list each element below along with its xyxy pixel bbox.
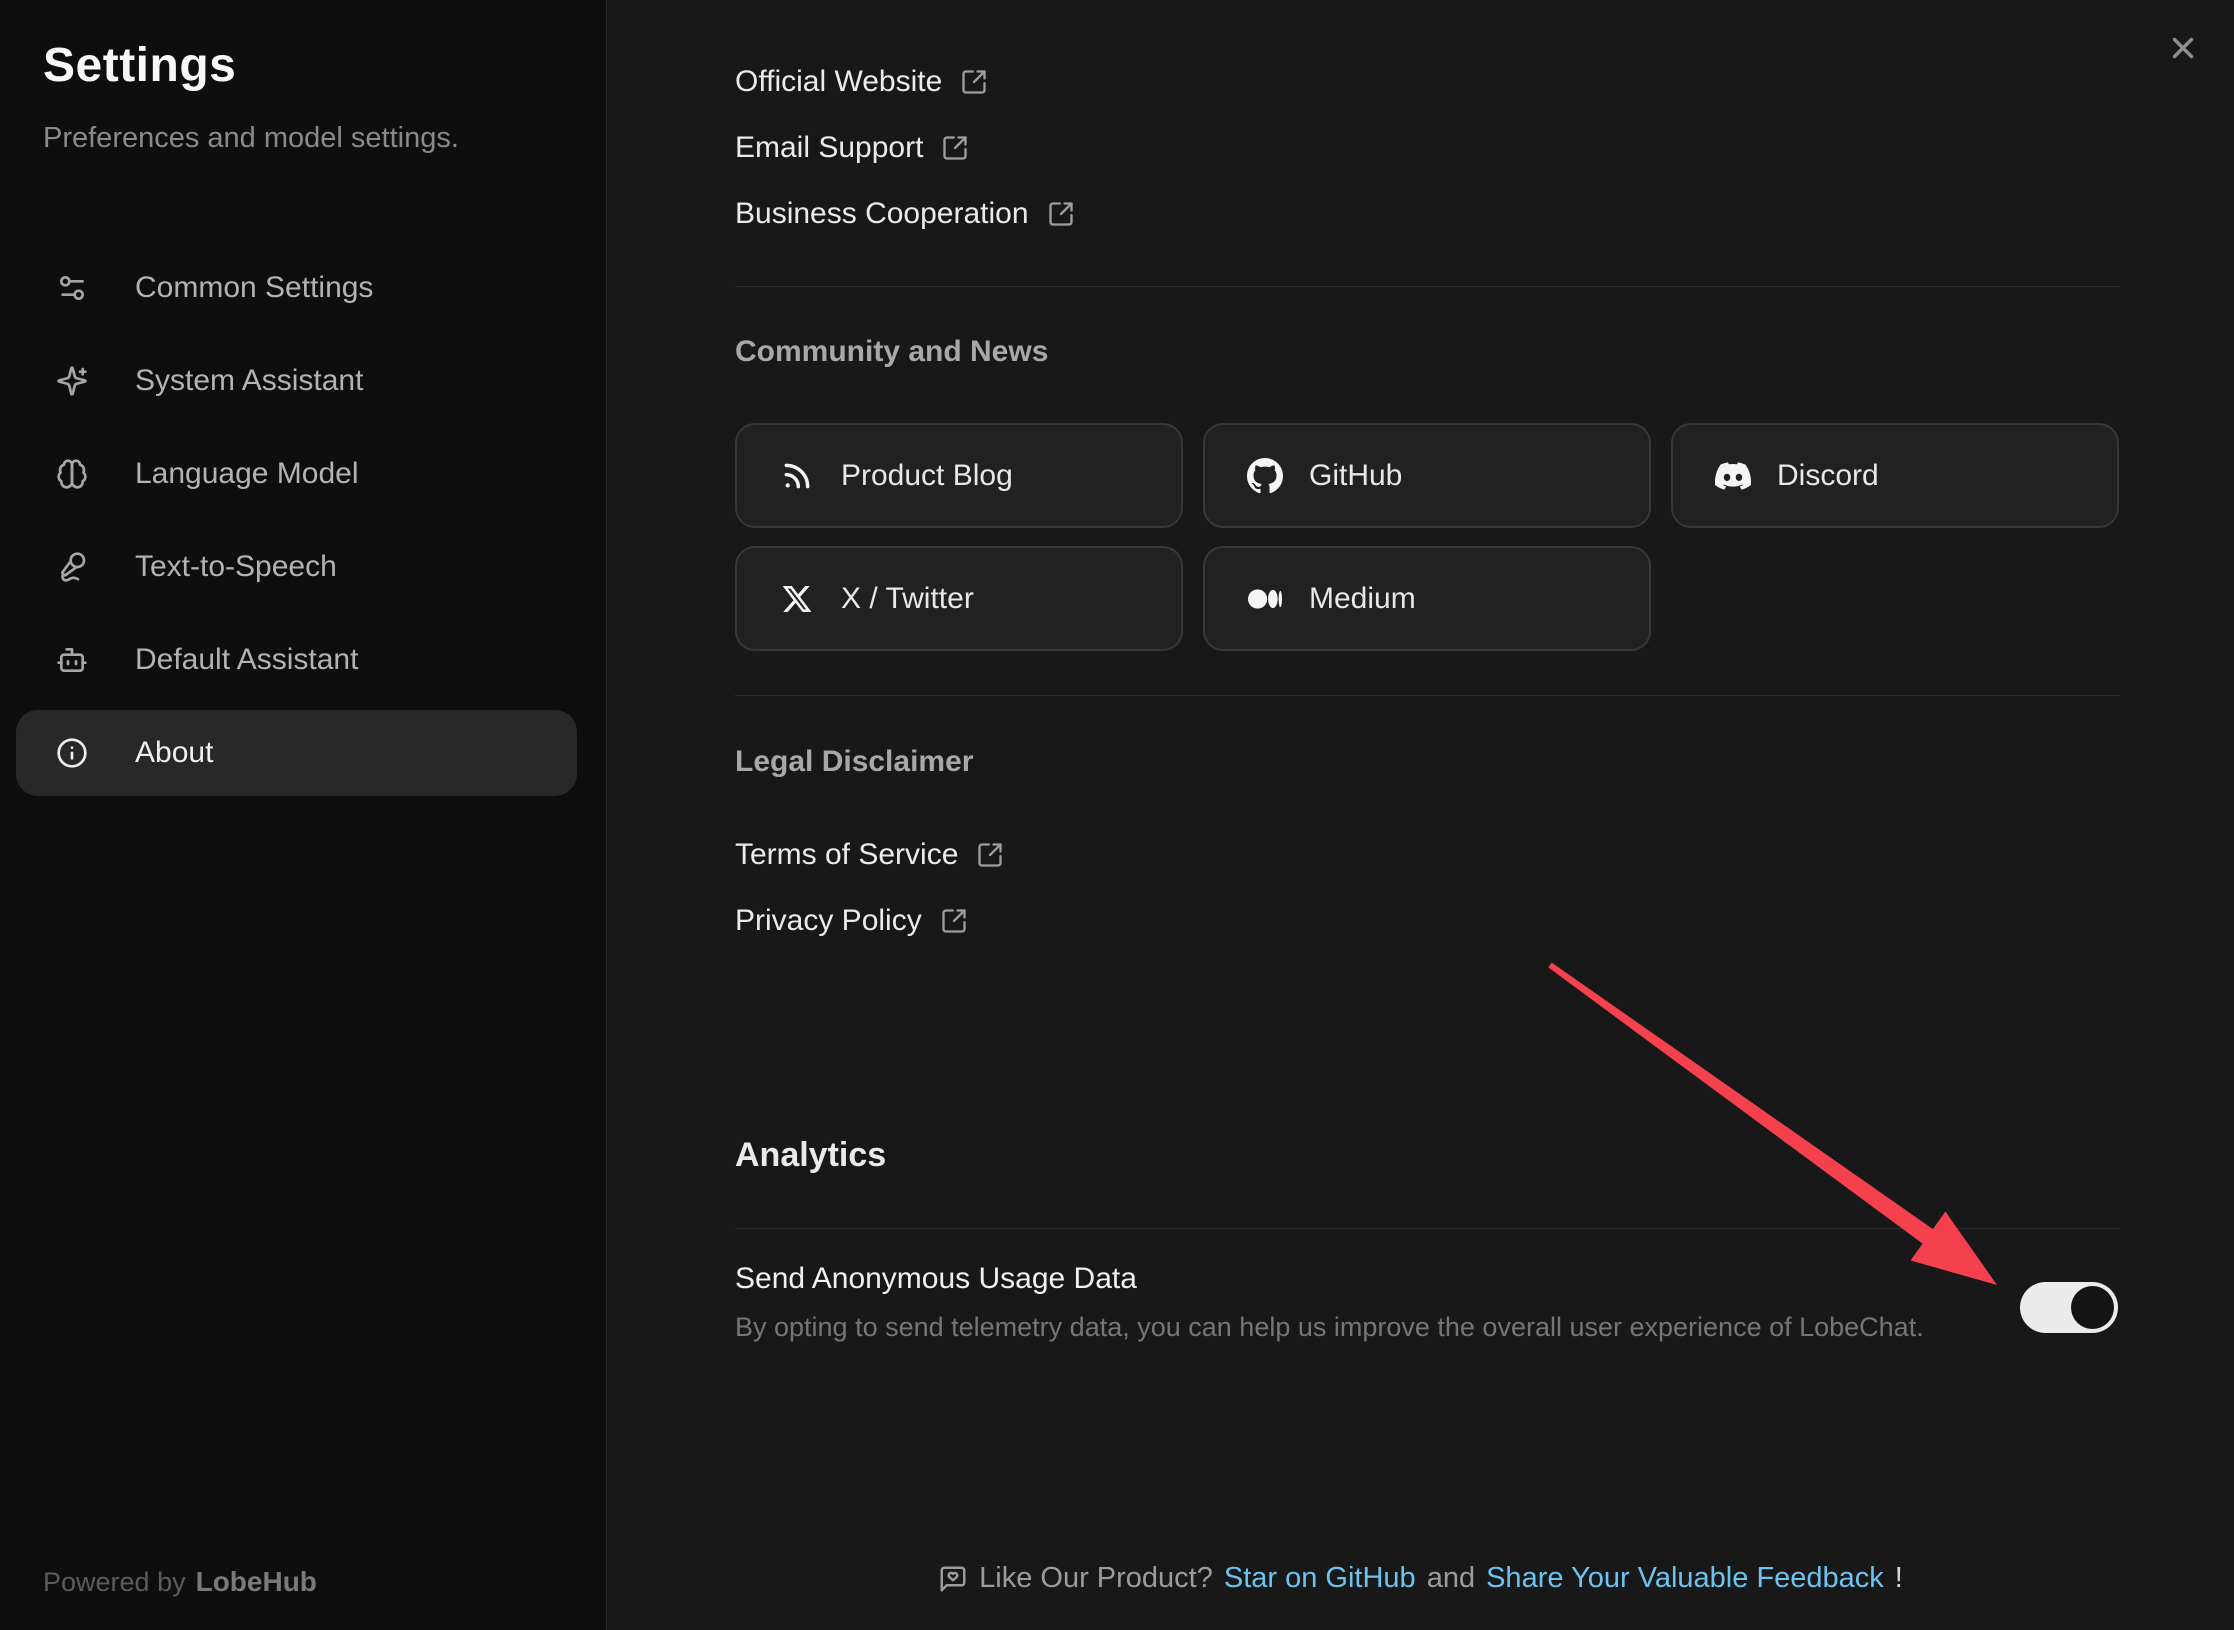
discord-button[interactable]: Discord — [1671, 423, 2119, 528]
analytics-heading: Analytics — [735, 1136, 2120, 1175]
footer-suffix: ! — [1895, 1562, 1903, 1595]
sidebar-item-label: Text-to-Speech — [135, 550, 337, 584]
setting-description: By opting to send telemetry data, you ca… — [735, 1312, 2120, 1343]
community-heading: Community and News — [735, 335, 2120, 369]
sliders-icon — [56, 272, 88, 304]
button-label: Product Blog — [841, 459, 1013, 493]
sidebar-item-label: System Assistant — [135, 364, 363, 398]
sidebar-item-default-assistant[interactable]: Default Assistant — [16, 617, 577, 703]
email-support-link[interactable]: Email Support — [735, 115, 2120, 181]
external-link-icon — [1047, 200, 1075, 228]
sidebar-item-label: Common Settings — [135, 271, 373, 305]
sidebar-item-label: Language Model — [135, 457, 359, 491]
bot-icon — [56, 644, 88, 676]
powered-by: Powered by LobeHub — [43, 1566, 317, 1598]
official-website-link[interactable]: Official Website — [735, 49, 2120, 115]
link-label: Business Cooperation — [735, 197, 1029, 231]
mic-icon — [56, 551, 88, 583]
send-usage-toggle[interactable] — [2020, 1282, 2118, 1333]
sidebar-nav: Common Settings System Assistant Languag… — [16, 245, 577, 803]
info-icon — [56, 737, 88, 769]
product-blog-button[interactable]: Product Blog — [735, 423, 1183, 528]
external-link-icon — [940, 907, 968, 935]
divider — [735, 286, 2120, 287]
sparkles-icon — [56, 365, 88, 397]
brain-icon — [56, 458, 88, 490]
button-label: Discord — [1777, 459, 1879, 493]
sidebar-item-system-assistant[interactable]: System Assistant — [16, 338, 577, 424]
rss-icon — [779, 458, 815, 494]
privacy-policy-link[interactable]: Privacy Policy — [735, 888, 2120, 954]
settings-modal: Settings Preferences and model settings.… — [0, 0, 2234, 1630]
sidebar-item-common-settings[interactable]: Common Settings — [16, 245, 577, 331]
contact-heading: Contact Us — [735, 0, 2120, 4]
sidebar-item-text-to-speech[interactable]: Text-to-Speech — [16, 524, 577, 610]
footer-prefix: Like Our Product? — [979, 1562, 1213, 1595]
star-on-github-link[interactable]: Star on GitHub — [1224, 1562, 1416, 1595]
divider — [735, 1228, 2120, 1229]
button-label: Medium — [1309, 582, 1416, 616]
sidebar: Settings Preferences and model settings.… — [0, 0, 607, 1630]
medium-button[interactable]: Medium — [1203, 546, 1651, 651]
github-button[interactable]: GitHub — [1203, 423, 1651, 528]
toggle-knob — [2071, 1286, 2114, 1329]
external-link-icon — [941, 134, 969, 162]
business-cooperation-link[interactable]: Business Cooperation — [735, 181, 2120, 247]
close-icon[interactable] — [2166, 31, 2200, 65]
button-label: GitHub — [1309, 459, 1402, 493]
link-label: Privacy Policy — [735, 904, 922, 938]
page-subtitle: Preferences and model settings. — [43, 122, 459, 155]
link-label: Email Support — [735, 131, 923, 165]
footer-conjunction: and — [1427, 1562, 1475, 1595]
send-usage-setting: Send Anonymous Usage Data By opting to s… — [735, 1262, 2120, 1343]
sidebar-item-about[interactable]: About — [16, 710, 577, 796]
sidebar-item-label: About — [135, 736, 213, 770]
terms-of-service-link[interactable]: Terms of Service — [735, 822, 2120, 888]
medium-icon — [1247, 581, 1283, 617]
sidebar-item-language-model[interactable]: Language Model — [16, 431, 577, 517]
lobehub-brand[interactable]: LobeHub — [196, 1566, 317, 1597]
x-twitter-button[interactable]: X / Twitter — [735, 546, 1183, 651]
external-link-icon — [976, 841, 1004, 869]
divider — [735, 695, 2120, 696]
button-label: X / Twitter — [841, 582, 974, 616]
share-feedback-link[interactable]: Share Your Valuable Feedback — [1486, 1562, 1884, 1595]
message-heart-icon — [938, 1564, 968, 1594]
about-panel: Contact Us Official Website Email Suppor… — [607, 0, 2234, 1630]
discord-icon — [1715, 458, 1751, 494]
github-icon — [1247, 458, 1283, 494]
setting-title: Send Anonymous Usage Data — [735, 1262, 2120, 1296]
x-twitter-icon — [779, 581, 815, 617]
legal-heading: Legal Disclaimer — [735, 745, 2120, 779]
link-label: Terms of Service — [735, 838, 958, 872]
sidebar-item-label: Default Assistant — [135, 643, 358, 677]
external-link-icon — [960, 68, 988, 96]
powered-by-text: Powered by — [43, 1567, 186, 1597]
community-buttons: Product Blog GitHub Discord X / Twitter — [735, 423, 2120, 651]
page-title: Settings — [43, 38, 236, 93]
link-label: Official Website — [735, 65, 942, 99]
like-product-footer: Like Our Product? Star on GitHub and Sha… — [607, 1562, 2234, 1595]
